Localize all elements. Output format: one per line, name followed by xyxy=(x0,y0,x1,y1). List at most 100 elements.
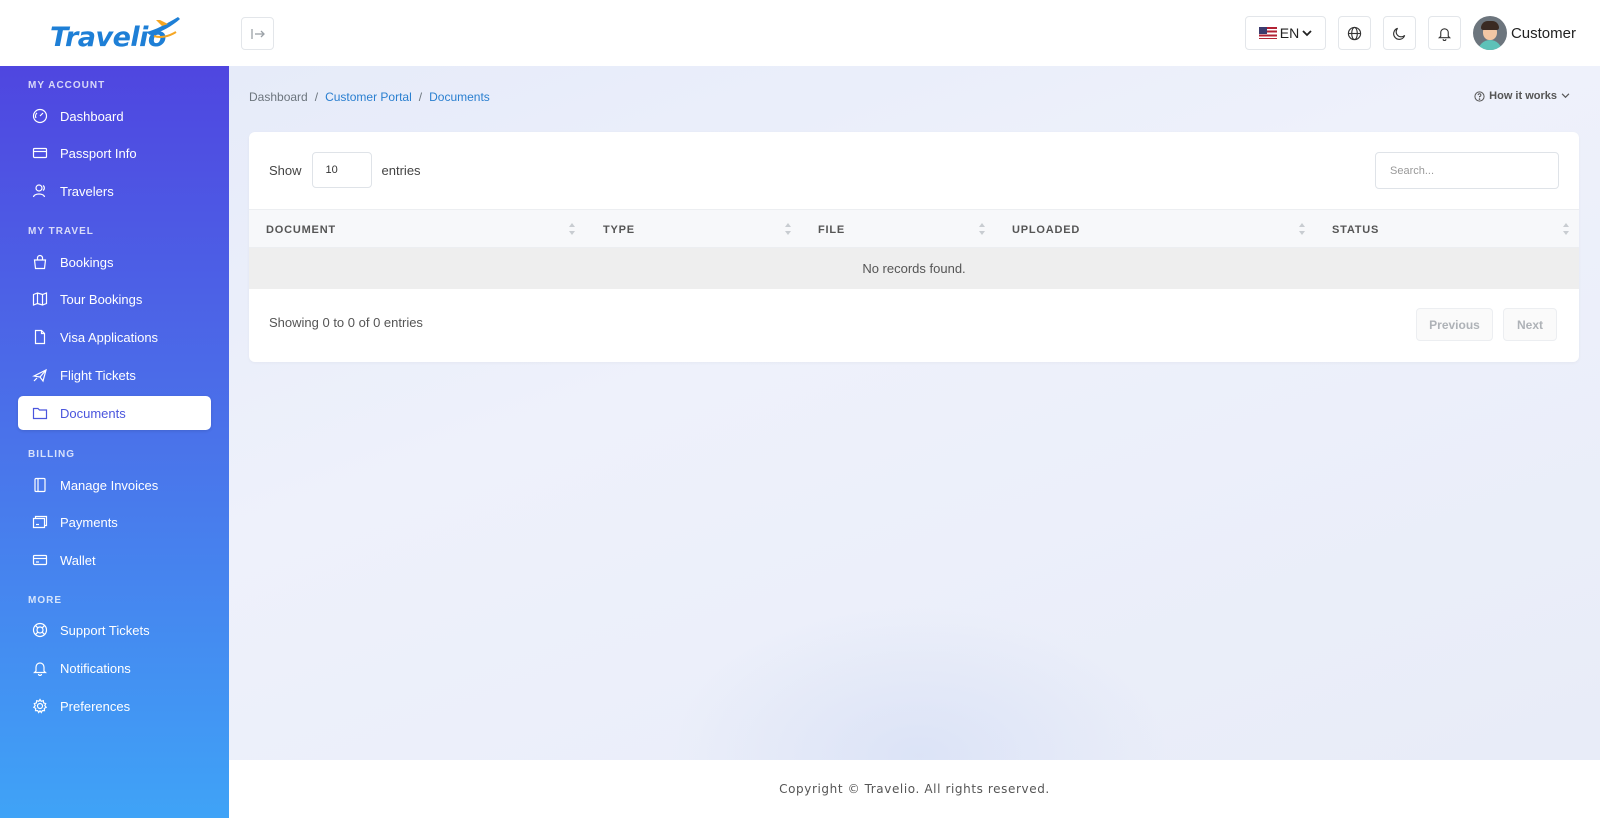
sidebar-item-preferences[interactable]: Preferences xyxy=(18,689,211,723)
search-input[interactable]: Search... xyxy=(1375,152,1559,189)
breadcrumb-separator: / xyxy=(418,90,423,104)
topbar-actions: EN Customer xyxy=(1244,16,1576,50)
top-bar: Travelio EN Customer xyxy=(0,0,1600,66)
footer: Copyright © Travelio. All rights reserve… xyxy=(229,760,1600,818)
sidebar-item-label: Notifications xyxy=(60,660,131,676)
sidebar-item-payments[interactable]: Payments xyxy=(18,505,211,539)
section-title-my-account: MY ACCOUNT xyxy=(28,80,106,91)
sidebar-item-label: Visa Applications xyxy=(60,329,159,345)
sidebar-item-label: Wallet xyxy=(60,552,96,568)
gear-icon xyxy=(31,697,49,715)
breadcrumb-documents[interactable]: Documents xyxy=(429,90,490,104)
column-header-document[interactable]: DOCUMENT xyxy=(266,210,336,249)
sidebar-item-tour-bookings[interactable]: Tour Bookings xyxy=(18,282,211,316)
sidebar-item-passport-info[interactable]: Passport Info xyxy=(18,136,211,170)
language-select[interactable]: EN xyxy=(1244,16,1326,50)
avatar xyxy=(1472,16,1507,50)
travelio-logo[interactable]: Travelio xyxy=(50,12,180,54)
invoice-icon xyxy=(31,476,49,494)
breadcrumb-separator: / xyxy=(314,90,319,104)
next-page-button[interactable]: Next xyxy=(1503,308,1557,341)
sidebar-item-travelers[interactable]: Travelers xyxy=(18,174,211,208)
plane-icon xyxy=(31,366,49,384)
how-it-works-button[interactable]: How it works xyxy=(1474,90,1570,102)
section-title-more: MORE xyxy=(28,595,62,606)
chevron-down-icon xyxy=(1561,93,1570,99)
empty-table-row: No records found. xyxy=(249,248,1579,289)
sidebar-item-label: Payments xyxy=(60,514,118,530)
sort-icon xyxy=(1563,223,1569,235)
column-header-type[interactable]: TYPE xyxy=(603,210,635,249)
sidebar-item-label: Manage Invoices xyxy=(60,477,159,493)
how-it-works-label: How it works xyxy=(1489,90,1557,102)
sidebar-item-notifications[interactable]: Notifications xyxy=(18,651,211,685)
pagination: Previous Next xyxy=(1416,308,1557,341)
map-icon xyxy=(31,290,49,308)
wallet-icon xyxy=(31,551,49,569)
lifebuoy-icon xyxy=(31,621,49,639)
chevron-down-icon xyxy=(1302,29,1312,36)
entries-length-control: Show 10 entries xyxy=(269,152,421,188)
globe-icon xyxy=(1347,26,1362,40)
payments-icon xyxy=(31,513,49,531)
sidebar-item-documents[interactable]: Documents xyxy=(18,396,211,430)
column-header-file[interactable]: FILE xyxy=(818,210,845,249)
sidebar-item-label: Support Tickets xyxy=(60,622,150,638)
file-icon xyxy=(31,328,49,346)
globe-button[interactable] xyxy=(1337,16,1371,50)
bag-icon xyxy=(31,253,49,271)
plane-logo-icon xyxy=(146,17,180,38)
bell-icon xyxy=(31,659,49,677)
column-header-uploaded[interactable]: UPLOADED xyxy=(1012,210,1080,249)
user-name: Customer xyxy=(1510,24,1576,42)
breadcrumb-dashboard[interactable]: Dashboard xyxy=(249,90,308,104)
bell-icon xyxy=(1437,27,1451,41)
sort-icon xyxy=(979,223,985,235)
show-label: Show xyxy=(269,162,302,178)
breadcrumb-customer-portal[interactable]: Customer Portal xyxy=(325,90,412,104)
sidebar-item-label: Dashboard xyxy=(60,108,124,124)
sidebar-item-label: Passport Info xyxy=(60,145,137,161)
travelers-icon xyxy=(31,182,49,200)
sidebar-item-label: Bookings xyxy=(60,254,114,270)
sidebar-item-visa-applications[interactable]: Visa Applications xyxy=(18,320,211,354)
breadcrumb: Dashboard / Customer Portal / Documents xyxy=(249,90,490,104)
main-content: Dashboard / Customer Portal / Documents … xyxy=(229,66,1600,760)
entries-label: entries xyxy=(381,162,421,178)
theme-toggle-button[interactable] xyxy=(1382,16,1416,50)
sidebar-item-support-tickets[interactable]: Support Tickets xyxy=(18,613,211,647)
us-flag-icon xyxy=(1258,27,1277,39)
sidebar-item-dashboard[interactable]: Dashboard xyxy=(18,99,211,133)
entries-per-page-select[interactable]: 10 xyxy=(311,152,372,188)
sidebar-item-bookings[interactable]: Bookings xyxy=(18,245,211,279)
language-label: EN xyxy=(1279,25,1300,41)
folder-icon xyxy=(31,404,49,422)
previous-page-button[interactable]: Previous xyxy=(1416,308,1493,341)
column-header-status[interactable]: STATUS xyxy=(1332,210,1379,249)
sidebar-item-label: Flight Tickets xyxy=(60,367,136,383)
sidebar-item-flight-tickets[interactable]: Flight Tickets xyxy=(18,358,211,392)
sidebar-item-manage-invoices[interactable]: Manage Invoices xyxy=(18,468,211,502)
user-menu[interactable]: Customer xyxy=(1472,16,1576,50)
section-title-my-travel: MY TRAVEL xyxy=(28,226,94,237)
help-circle-icon xyxy=(1474,90,1485,102)
sidebar: MY ACCOUNT Dashboard Passport Info Trave… xyxy=(0,66,229,818)
sort-icon xyxy=(785,223,791,235)
sidebar-collapse-button[interactable] xyxy=(241,17,274,50)
documents-table-card: Show 10 entries Search... DOCUMENT TYPE … xyxy=(249,132,1579,362)
table-info: Showing 0 to 0 of 0 entries xyxy=(269,315,423,330)
notifications-button[interactable] xyxy=(1427,16,1461,50)
card-icon xyxy=(31,144,49,162)
table-header: DOCUMENT TYPE FILE UPLOADED STATUS xyxy=(249,209,1579,248)
sidebar-item-label: Travelers xyxy=(60,183,114,199)
sort-icon xyxy=(1299,223,1305,235)
sidebar-item-label: Documents xyxy=(60,405,126,421)
section-title-billing: BILLING xyxy=(28,449,75,460)
sort-icon xyxy=(569,223,575,235)
collapse-sidebar-icon xyxy=(250,28,265,39)
sidebar-item-label: Preferences xyxy=(60,698,131,714)
dashboard-icon xyxy=(31,107,49,125)
copyright-text: Copyright © Travelio. All rights reserve… xyxy=(779,782,1050,796)
moon-icon xyxy=(1393,27,1406,40)
sidebar-item-wallet[interactable]: Wallet xyxy=(18,543,211,577)
